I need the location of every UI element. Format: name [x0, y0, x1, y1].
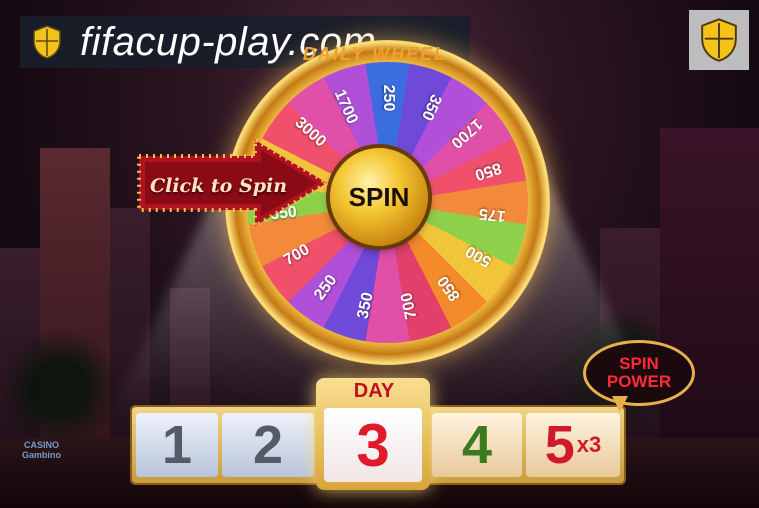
spin-button[interactable]: SPIN: [330, 148, 428, 246]
day-5-number: 5: [544, 415, 575, 475]
click-to-spin-label[interactable]: Click to Spin: [150, 175, 287, 197]
shield-icon: [701, 18, 737, 62]
wheel-segment-label: 250: [379, 84, 397, 111]
spin-power-bubble: SPIN POWER: [583, 340, 695, 406]
palm-tree: [0, 328, 120, 448]
day-3-number: 3: [324, 408, 422, 482]
wheel-title: DAILY WHEEL: [302, 44, 448, 64]
spin-power-line1: SPIN: [619, 354, 659, 373]
spin-label: SPIN: [348, 181, 410, 212]
wheel-segment-label: 175: [477, 204, 507, 224]
casino-logo: CASINO Gambino: [22, 440, 61, 460]
day-tab-label: DAY: [353, 380, 395, 402]
day-4-tile: 4: [432, 413, 522, 477]
day-2-tile: 2: [222, 413, 314, 477]
logo-line1: CASINO: [24, 440, 60, 450]
logo-line2: Gambino: [22, 450, 62, 460]
day-1-tile: 1: [136, 413, 218, 477]
security-badge: [689, 10, 749, 70]
day-5-multiplier: x3: [576, 432, 602, 457]
shield-icon: [32, 25, 62, 59]
spin-power-line2: POWER: [606, 372, 672, 391]
day-5-tile: 5 x3: [526, 413, 620, 477]
bubble-tail: [612, 396, 628, 412]
